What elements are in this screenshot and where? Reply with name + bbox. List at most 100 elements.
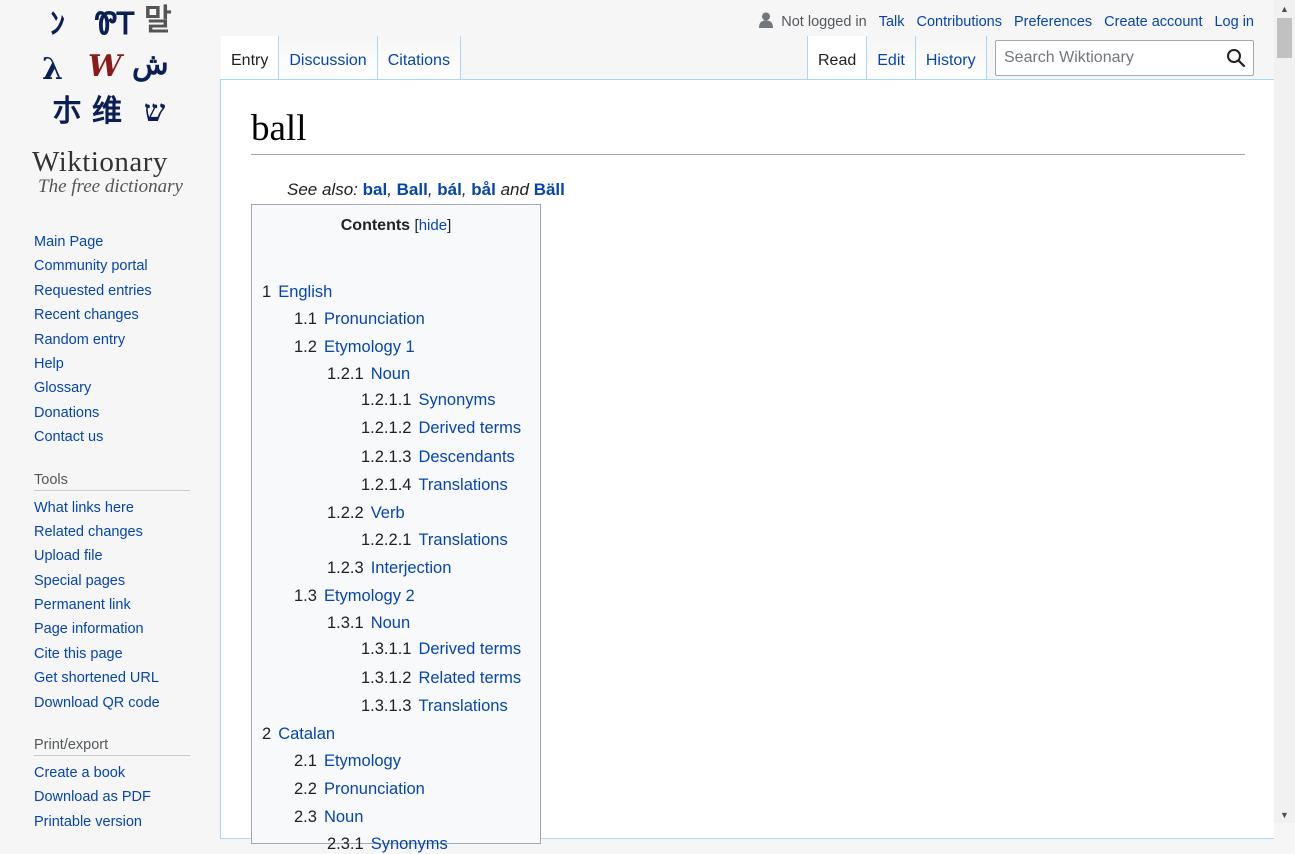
toc-link[interactable]: Etymology 1 — [324, 338, 415, 356]
sidebar-item-cite-this-page[interactable]: Cite this page — [34, 646, 123, 662]
toc-item[interactable]: 1.3.1.3 Translations — [252, 697, 508, 716]
toc-number: 1.2.1.4 — [361, 476, 412, 494]
toc-item[interactable]: 1.2.3 Interjection — [252, 559, 451, 578]
toc-link[interactable]: Pronunciation — [324, 310, 425, 328]
sidebar-item-download-qr-code[interactable]: Download QR code — [34, 695, 160, 711]
scroll-up-arrow-icon[interactable]: ▲ — [1274, 0, 1295, 17]
sidebar-item-related-changes[interactable]: Related changes — [34, 524, 143, 540]
toc-link[interactable]: Derived terms — [418, 640, 521, 658]
logo-glyph: ﾝ — [50, 7, 65, 42]
toc-item[interactable]: 1.3.1 Noun — [252, 614, 410, 633]
toc-item[interactable]: 1.3.1.1 Derived terms — [252, 640, 521, 659]
search-icon[interactable] — [1219, 41, 1253, 75]
page-scrollbar[interactable]: ▲ ▼ — [1274, 0, 1295, 823]
tab-citations[interactable]: Citations — [377, 36, 461, 80]
sidebar-item-help[interactable]: Help — [34, 356, 64, 372]
sidebar-item-glossary[interactable]: Glossary — [34, 380, 91, 396]
sidebar-item-permanent-link[interactable]: Permanent link — [34, 597, 131, 613]
tab-read[interactable]: Read — [807, 36, 868, 80]
toc-item[interactable]: 1.2.2.1 Translations — [252, 531, 508, 550]
toc-hide-toggle[interactable]: hide — [419, 217, 447, 234]
logo-title: Wiktionary — [32, 146, 168, 178]
toc-link[interactable]: Verb — [371, 504, 405, 522]
toc-link[interactable]: Derived terms — [418, 419, 521, 437]
create-account-link[interactable]: Create account — [1104, 14, 1202, 30]
toc-link[interactable]: Translations — [418, 476, 507, 494]
toc-item[interactable]: 1.3.1.2 Related terms — [252, 669, 521, 688]
toc-number: 2.1 — [294, 752, 317, 770]
toc-link[interactable]: Synonyms — [371, 835, 448, 853]
logo-glyph: λ — [42, 52, 64, 87]
toc-link[interactable]: Noun — [371, 614, 410, 632]
toc-item[interactable]: 1.2.1.1 Synonyms — [252, 391, 496, 410]
toc-item[interactable]: 2.3 Noun — [252, 808, 363, 827]
toc-item[interactable]: 1.2.1 Noun — [252, 365, 410, 384]
see-also-link[interactable]: Bäll — [534, 180, 565, 199]
see-also-link[interactable]: bal — [363, 180, 388, 199]
site-logo[interactable]: ﾝ ᏈᎢ 말 λ W ش 朩 维 ש Wiktionary The free d… — [0, 0, 220, 215]
main-content: ball See also: bal, Ball, bál, bål and B… — [220, 79, 1274, 853]
toc-link[interactable]: Pronunciation — [324, 780, 425, 798]
sidebar-item-create-a-book[interactable]: Create a book — [34, 765, 125, 781]
scrollbar-thumb[interactable] — [1277, 18, 1292, 58]
toc-link[interactable]: Related terms — [418, 669, 521, 687]
sidebar-item-main-page[interactable]: Main Page — [34, 234, 103, 250]
sidebar-item-download-as-pdf[interactable]: Download as PDF — [34, 789, 151, 805]
see-also-link[interactable]: bál — [437, 180, 462, 199]
log-in-link[interactable]: Log in — [1214, 14, 1254, 30]
toc-number: 2.3 — [294, 808, 317, 826]
tab-edit[interactable]: Edit — [867, 36, 916, 80]
toc-number: 1.3.1.3 — [361, 697, 412, 715]
sidebar-item-what-links-here[interactable]: What links here — [34, 500, 134, 516]
toc-item[interactable]: 2 Catalan — [252, 725, 335, 744]
contributions-link[interactable]: Contributions — [917, 14, 1002, 30]
see-also-note: See also: bal, Ball, bál, bål and Bäll — [287, 180, 565, 199]
see-also-link[interactable]: Ball — [397, 180, 428, 199]
see-also-link[interactable]: bål — [471, 180, 496, 199]
toc-item[interactable]: 1.2.1.3 Descendants — [252, 448, 515, 467]
toc-link[interactable]: Synonyms — [418, 391, 495, 409]
toc-number: 2.3.1 — [327, 835, 364, 853]
sidebar-item-requested-entries[interactable]: Requested entries — [34, 283, 152, 299]
tab-discussion[interactable]: Discussion — [279, 36, 378, 80]
toc-link[interactable]: Descendants — [418, 448, 514, 466]
toc-link[interactable]: Noun — [371, 365, 410, 383]
sidebar-item-contact-us[interactable]: Contact us — [34, 429, 103, 445]
sidebar-item-community-portal[interactable]: Community portal — [34, 258, 148, 274]
toc-item[interactable]: 1.2.2 Verb — [252, 504, 405, 523]
sidebar-item-recent-changes[interactable]: Recent changes — [34, 307, 139, 323]
talk-link[interactable]: Talk — [879, 14, 905, 30]
see-also-label: See also: — [287, 180, 358, 199]
toc-item[interactable]: 1.3 Etymology 2 — [252, 587, 415, 606]
toc-link[interactable]: Interjection — [371, 559, 452, 577]
toc-link[interactable]: Noun — [324, 808, 363, 826]
toc-link[interactable]: Etymology — [324, 752, 401, 770]
search-input[interactable] — [996, 49, 1219, 67]
toc-link[interactable]: Catalan — [278, 725, 335, 743]
sidebar-item-donations[interactable]: Donations — [34, 405, 99, 421]
toc-item[interactable]: 2.2 Pronunciation — [252, 780, 425, 799]
sidebar-item-printable-version[interactable]: Printable version — [34, 814, 142, 830]
toc-link[interactable]: Translations — [418, 531, 507, 549]
toc-item[interactable]: 1 English — [252, 283, 332, 302]
toc-link[interactable]: English — [278, 283, 332, 301]
sidebar-item-random-entry[interactable]: Random entry — [34, 332, 125, 348]
toc-item[interactable]: 2.1 Etymology — [252, 752, 401, 771]
toc-number: 1.2.2 — [327, 504, 364, 522]
toc-item[interactable]: 1.2.1.2 Derived terms — [252, 419, 521, 438]
tab-entry[interactable]: Entry — [221, 36, 280, 80]
sidebar-print-heading: Print/export — [34, 737, 190, 757]
tab-history[interactable]: History — [915, 36, 987, 80]
toc-link[interactable]: Etymology 2 — [324, 587, 415, 605]
toc-item[interactable]: 2.3.1 Synonyms — [252, 835, 448, 854]
sidebar-item-upload-file[interactable]: Upload file — [34, 548, 103, 564]
sidebar-item-special-pages[interactable]: Special pages — [34, 573, 125, 589]
preferences-link[interactable]: Preferences — [1014, 14, 1092, 30]
sidebar-item-page-information[interactable]: Page information — [34, 621, 144, 637]
sidebar-item-get-shortened-url[interactable]: Get shortened URL — [34, 670, 159, 686]
toc-link[interactable]: Translations — [418, 697, 507, 715]
scroll-down-arrow-icon[interactable]: ▼ — [1274, 806, 1295, 823]
toc-item[interactable]: 1.2.1.4 Translations — [252, 476, 508, 495]
toc-item[interactable]: 1.1 Pronunciation — [252, 310, 425, 329]
toc-item[interactable]: 1.2 Etymology 1 — [252, 338, 415, 357]
